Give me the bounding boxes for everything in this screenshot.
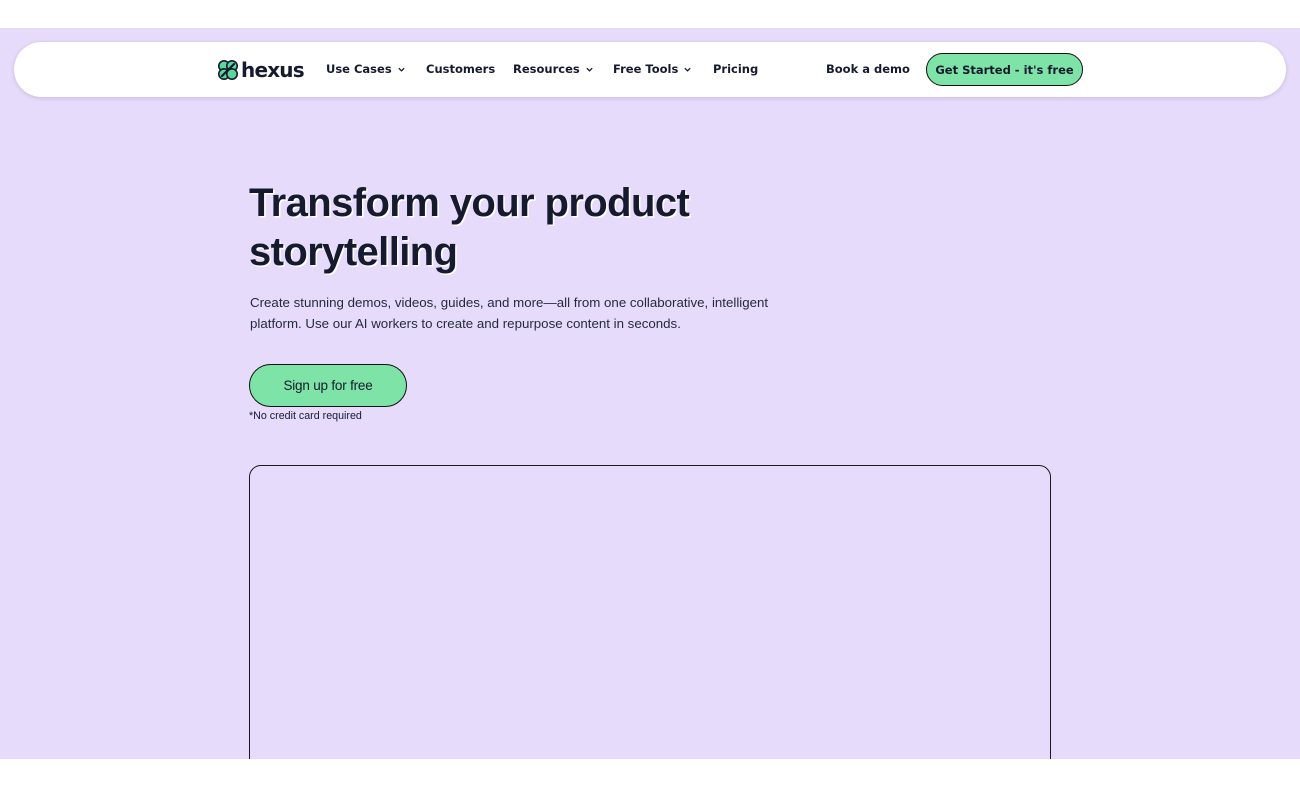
get-started-label: Get Started - it's free: [935, 62, 1074, 77]
get-started-button[interactable]: Get Started - it's free: [926, 53, 1083, 86]
nav-resources-label: Resources: [513, 62, 580, 76]
nav-use-cases[interactable]: Use Cases: [326, 62, 406, 76]
chevron-down-icon: [586, 67, 593, 72]
sign-up-button[interactable]: Sign up for free: [249, 364, 407, 407]
hero-subtext: Create stunning demos, videos, guides, a…: [250, 295, 769, 331]
book-demo-link[interactable]: Book a demo: [826, 62, 910, 76]
nav-pricing-label: Pricing: [713, 62, 759, 76]
top-navbar: hexus Use Cases Customers Resources Free…: [14, 42, 1286, 97]
nav-customers[interactable]: Customers: [426, 62, 495, 76]
nav-customers-label: Customers: [426, 62, 496, 76]
product-demo-frame[interactable]: [249, 465, 1051, 759]
nav-use-cases-label: Use Cases: [326, 62, 392, 76]
page-background: hexus Use Cases Customers Resources Free…: [0, 28, 1300, 759]
sign-up-label: Sign up for free: [283, 378, 373, 393]
chevron-down-icon: [684, 67, 691, 72]
nav-resources[interactable]: Resources: [513, 62, 594, 76]
no-credit-card-note: *No credit card required: [249, 410, 362, 422]
chevron-down-icon: [398, 67, 405, 72]
book-demo-label: Book a demo: [826, 62, 910, 76]
brand-name: hexus: [241, 58, 305, 82]
hero-headline: Transform your product storytelling: [249, 181, 690, 274]
nav-free-tools-label: Free Tools: [613, 62, 679, 76]
nav-free-tools[interactable]: Free Tools: [613, 62, 692, 76]
nav-pricing[interactable]: Pricing: [713, 62, 758, 76]
hexus-logo[interactable]: hexus: [217, 58, 305, 82]
hexus-logo-icon: [218, 60, 238, 80]
